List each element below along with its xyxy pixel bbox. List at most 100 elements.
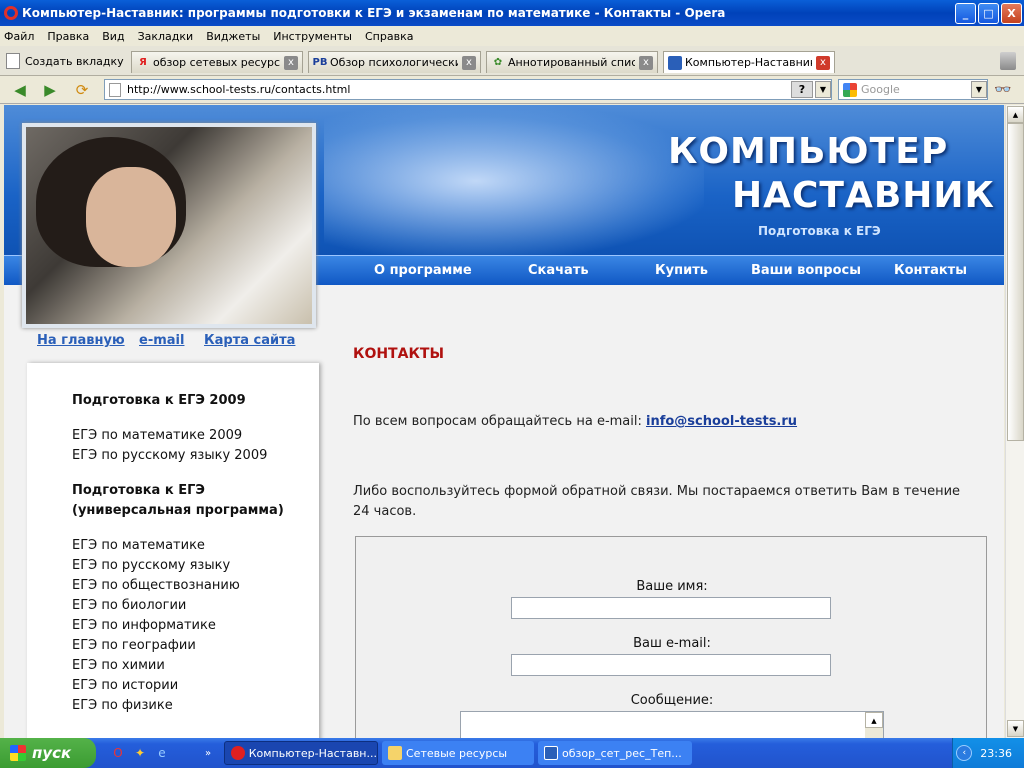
menu-bookmarks[interactable]: Закладки <box>138 30 194 43</box>
close-button[interactable]: X <box>1001 2 1022 24</box>
new-tab-icon <box>6 53 20 69</box>
glasses-icon[interactable]: 👓 <box>994 82 1011 98</box>
google-icon <box>843 82 857 97</box>
email-label: Ваш e-mail: <box>633 636 711 651</box>
nav-questions[interactable]: Ваши вопросы <box>751 263 861 278</box>
nav-buy[interactable]: Купить <box>655 263 708 278</box>
page-favicon-icon: PB <box>312 57 328 68</box>
scroll-down-icon[interactable]: ▼ <box>1007 720 1024 737</box>
menu-edit[interactable]: Правка <box>47 30 89 43</box>
page-scrollbar[interactable]: ▲ ▼ <box>1005 105 1024 738</box>
tab-label: Обзор психологически... <box>330 56 458 69</box>
page-favicon-icon <box>668 55 682 70</box>
message-textarea[interactable]: ▲ <box>460 711 884 738</box>
scroll-thumb[interactable] <box>1007 123 1024 441</box>
email-field[interactable] <box>511 654 831 676</box>
tab-1[interactable]: Я обзор сетевых ресурсо... x <box>131 51 303 73</box>
email-paragraph: По всем вопросам обращайтесь на e-mail: … <box>353 414 797 429</box>
scroll-up-icon[interactable]: ▲ <box>865 712 883 728</box>
page-title: КОНТАКТЫ <box>353 346 444 362</box>
task-label: Сетевые ресурсы <box>406 746 508 760</box>
menu-view[interactable]: Вид <box>102 30 124 43</box>
taskbar-item-folder[interactable]: Сетевые ресурсы <box>382 741 534 765</box>
trash-icon[interactable] <box>1000 52 1016 70</box>
nav-download[interactable]: Скачать <box>528 263 589 278</box>
tab-2[interactable]: PB Обзор психологически... x <box>308 51 481 73</box>
menu-bar: Файл Правка Вид Закладки Виджеты Инструм… <box>0 26 1024 46</box>
tab-close-icon[interactable]: x <box>639 55 653 70</box>
page-icon <box>109 82 121 97</box>
textarea-scrollbar[interactable]: ▲ <box>865 712 883 738</box>
tray-chevron-icon[interactable]: ‹ <box>956 745 973 761</box>
sidebar-item[interactable]: ЕГЭ по истории <box>72 678 178 693</box>
window-title: Компьютер-Наставник: программы подготовк… <box>22 6 726 20</box>
media-quicklaunch-icon[interactable]: ✦ <box>132 745 148 761</box>
clock: 23:36 <box>980 746 1012 760</box>
start-label: пуск <box>32 744 72 762</box>
title-bar: Компьютер-Наставник: программы подготовк… <box>0 0 1024 26</box>
word-document-icon <box>544 746 558 760</box>
sidebar-item[interactable]: ЕГЭ по физике <box>72 698 173 713</box>
new-tab-label: Создать вкладку <box>25 54 124 68</box>
menu-widgets[interactable]: Виджеты <box>206 30 260 43</box>
link-sitemap[interactable]: Карта сайта <box>204 333 295 348</box>
search-field[interactable]: Google ▼ <box>838 79 988 100</box>
sidebar-item[interactable]: ЕГЭ по информатике <box>72 618 216 633</box>
feedback-form: Ваше имя: Ваш e-mail: Сообщение: ▲ <box>355 536 987 738</box>
site-brand-line1: КОМПЬЮТЕР <box>668 131 949 172</box>
new-tab-button[interactable]: Создать вкладку <box>6 50 124 72</box>
tab-close-icon[interactable]: x <box>462 55 476 70</box>
taskbar-item-browser[interactable]: Компьютер-Наставн... <box>224 741 378 765</box>
sidebar-item[interactable]: ЕГЭ по математике 2009 <box>72 428 242 443</box>
sidebar-item[interactable]: ЕГЭ по химии <box>72 658 165 673</box>
tab-3[interactable]: ✿ Аннотированный списо... x <box>486 51 658 73</box>
nav-contacts[interactable]: Контакты <box>894 263 967 278</box>
back-arrow-icon[interactable]: ◀ <box>10 81 30 99</box>
tab-close-icon[interactable]: x <box>284 55 298 70</box>
sidebar-item[interactable]: ЕГЭ по обществознанию <box>72 578 240 593</box>
menu-file[interactable]: Файл <box>4 30 34 43</box>
name-field[interactable] <box>511 597 831 619</box>
tab-4-active[interactable]: Компьютер-Наставник:... x <box>663 51 835 73</box>
windows-logo-icon <box>10 745 26 761</box>
message-label: Сообщение: <box>630 693 714 708</box>
tab-label: Аннотированный списо... <box>508 56 635 69</box>
site-tagline: Подготовка к ЕГЭ <box>758 224 881 238</box>
reload-icon[interactable]: ⟳ <box>72 81 92 99</box>
nav-about[interactable]: О программе <box>374 263 472 278</box>
page-viewport: КОМПЬЮТЕР НАСТАВНИК Подготовка к ЕГЭ О п… <box>4 105 1004 738</box>
taskbar-item-document[interactable]: обзор_сет_рес_Теп... <box>538 741 692 765</box>
yandex-favicon-icon: Я <box>139 57 147 68</box>
sidebar-item[interactable]: ЕГЭ по русскому языку <box>72 558 230 573</box>
url-text[interactable]: http://www.school-tests.ru/contacts.html <box>127 83 791 96</box>
scroll-up-icon[interactable]: ▲ <box>1007 106 1024 123</box>
email-link[interactable]: info@school-tests.ru <box>646 414 797 429</box>
form-intro-line1: Либо воспользуйтесь формой обратной связ… <box>353 484 961 499</box>
link-email[interactable]: e-mail <box>139 333 184 348</box>
sidebar-item[interactable]: ЕГЭ по математике <box>72 538 205 553</box>
tab-close-icon[interactable]: x <box>816 55 830 70</box>
sidebar-heading: (универсальная программа) <box>72 503 284 518</box>
sidebar-item[interactable]: ЕГЭ по географии <box>72 638 196 653</box>
sidebar: Подготовка к ЕГЭ 2009 ЕГЭ по математике … <box>27 363 319 738</box>
search-dropdown-icon[interactable]: ▼ <box>971 81 987 98</box>
flower-favicon-icon: ✿ <box>493 57 503 68</box>
task-label: Компьютер-Наставн... <box>248 746 377 760</box>
opera-quicklaunch-icon[interactable]: O <box>110 745 126 761</box>
site-info-button[interactable]: ? <box>791 81 813 98</box>
minimize-button[interactable]: _ <box>955 2 976 24</box>
start-button[interactable]: пуск <box>0 738 96 768</box>
address-dropdown-icon[interactable]: ▼ <box>815 81 831 98</box>
menu-tools[interactable]: Инструменты <box>273 30 352 43</box>
quicklaunch-more-icon[interactable]: » <box>200 745 216 761</box>
taskbar: пуск O ✦ e » Компьютер-Наставн... Сетевы… <box>0 738 1024 768</box>
sidebar-item[interactable]: ЕГЭ по биологии <box>72 598 186 613</box>
link-home[interactable]: На главную <box>37 333 125 348</box>
forward-arrow-icon[interactable]: ▶ <box>40 81 60 99</box>
photo-face <box>86 167 176 267</box>
sidebar-item[interactable]: ЕГЭ по русскому языку 2009 <box>72 448 267 463</box>
maximize-button[interactable]: □ <box>978 2 999 24</box>
menu-help[interactable]: Справка <box>365 30 413 43</box>
ie-quicklaunch-icon[interactable]: e <box>154 745 170 761</box>
address-field[interactable]: http://www.school-tests.ru/contacts.html… <box>104 79 832 100</box>
